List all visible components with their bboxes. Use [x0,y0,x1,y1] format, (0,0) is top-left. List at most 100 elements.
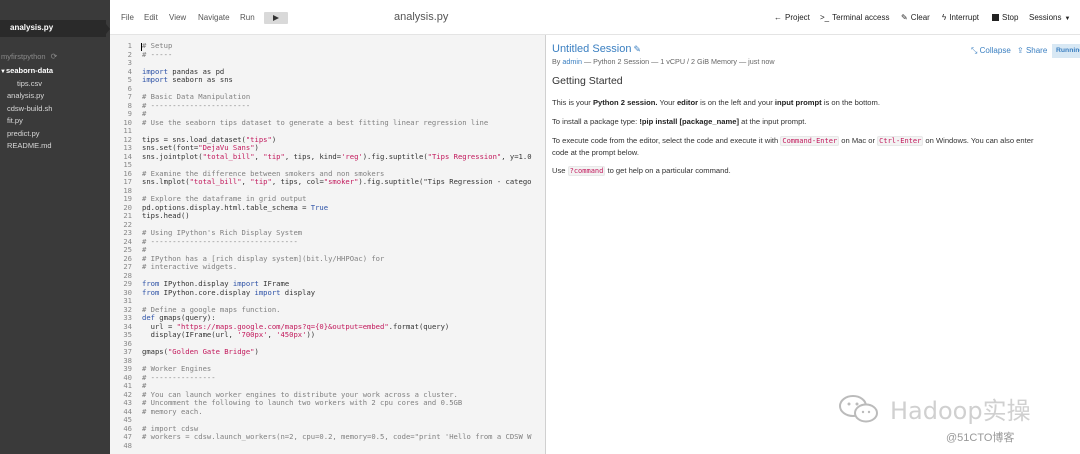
terminal-access-button[interactable]: >_ Terminal access [820,13,889,22]
file-sidebar: analysis.py myfirstpython ⟳ ▼seaborn-data… [0,0,110,454]
text: To install a package type: [552,117,640,126]
stop-button[interactable]: Stop [992,13,1018,22]
sidebar-item-label: README.md [7,141,52,150]
code-line[interactable]: 17 sns.lmplot("total_bill", "tip", tips, … [110,177,546,187]
code-text: # ---------------------------------- [142,236,298,246]
code-text: sns.lmplot("total_bill", "tip", tips, co… [142,177,532,186]
share-icon: ⇪ [1017,46,1024,55]
code-line[interactable]: 14 sns.jointplot("total_bill", "tip", tip… [110,151,546,162]
sidebar-item-label: predict.py [7,129,40,138]
text-bold: editor [676,98,699,107]
intro-paragraph: This is your Python 2 session. Your edit… [552,97,1052,108]
project-name[interactable]: myfirstpython ⟳ [0,52,110,64]
text: This is your [552,98,593,107]
code-line[interactable]: 27 # interactive widgets. [110,262,546,272]
edit-icon[interactable]: ✎ [634,44,642,54]
sidebar-item-fit-py[interactable]: fit.py [0,116,110,128]
code-text: # Use the seaborn tips dataset to genera… [142,117,489,127]
code-line[interactable]: 8 # ----------------------- [110,100,546,111]
code-editor: File Edit View Navigate Run analysis.py … [110,0,546,454]
code-text: sns.jointplot("total_bill", "tip", tips,… [142,151,532,161]
watermark-text: Hadoop实操 [890,397,1031,425]
eraser-icon: ✎ [901,13,908,22]
code-line[interactable]: 30 from IPython.core.display import displ… [110,287,546,298]
session-user-link[interactable]: admin [562,57,582,66]
text-bold: !pip install [package_name] [639,117,739,126]
code-line[interactable]: 48 [110,441,546,451]
code-line[interactable]: 24 # ---------------------------------- [110,236,546,247]
sidebar-item-tips-csv[interactable]: tips.csv [0,79,110,91]
code-line[interactable]: 47 # workers = cdsw.launch_workers(n=2, c… [110,432,546,442]
code-tag: Command-Enter [780,136,840,146]
text: To execute code from the editor, select … [552,136,781,145]
share-label: Share [1025,46,1048,55]
session-meta: By admin — Python 2 Session — 1 vCPU / 2… [552,57,775,66]
collapse-button[interactable]: ⤡ Collapse [971,46,1011,56]
active-file-tab[interactable]: analysis.py [0,20,110,37]
code-text: # interactive widgets. [142,262,238,271]
sidebar-item-readme[interactable]: README.md [0,141,110,153]
clear-button[interactable]: ✎ Clear [901,13,930,22]
code-line[interactable]: 21 tips.head() [110,211,546,221]
collapse-label: Collapse [979,46,1011,55]
watermark-sub: @51CTO博客 [946,432,1015,444]
refresh-icon[interactable]: ⟳ [51,52,58,61]
caret-down-icon: ▼ [1064,16,1071,22]
code-area[interactable]: 1 # Setup 2 # ----- 3 4 import pandas as pd 5 im… [110,40,546,454]
code-line[interactable]: 35 display(IFrame(url, '700px', '450px')… [110,330,546,340]
project-label: myfirstpython [1,52,46,61]
share-button[interactable]: ⇪ Share [1017,46,1047,55]
code-text: # ----------------------- [142,100,251,110]
code-line[interactable]: 10 # Use the seaborn tips dataset to gene… [110,117,546,128]
code-text: gmaps("Golden Gate Bridge") [142,347,259,356]
sidebar-item-label: cdsw-build.sh [7,104,53,113]
sidebar-item-seaborn-data[interactable]: ▼seaborn-data [0,66,110,78]
stop-label: Stop [1002,13,1019,22]
code-text: from IPython.core.display import display [142,287,316,297]
sidebar-item-cdsw-build[interactable]: cdsw-build.sh [0,104,110,116]
terminal-label: Terminal access [832,13,890,22]
sessions-label: Sessions [1029,13,1062,22]
menu-file[interactable]: File [121,13,134,22]
clear-label: Clear [910,13,930,22]
session-title-text: Untitled Session [552,43,632,55]
menu-navigate[interactable]: Navigate [198,13,230,22]
code-line[interactable]: 2 # ----- [110,49,546,60]
text-bold: input prompt [774,98,822,107]
menu-run[interactable]: Run [240,13,255,22]
project-button[interactable]: ← Project [774,13,810,22]
menu-edit[interactable]: Edit [144,13,158,22]
stop-icon [992,14,999,21]
text: on Mac or [839,136,878,145]
code-tag: Ctrl-Enter [877,136,924,146]
bolt-icon: ϟ [942,13,947,22]
session-title[interactable]: Untitled Session ✎ [552,43,641,55]
sessions-dropdown[interactable]: Sessions ▼ [1029,13,1073,22]
code-line[interactable]: 44 # memory each. [110,406,546,417]
collapse-icon: ⤡ [971,46,978,55]
code-text: import seaborn as sns [142,75,233,84]
code-line[interactable]: 37 gmaps("Golden Gate Bridge") [110,347,546,357]
code-text: # ----- [142,49,173,59]
run-button[interactable] [264,12,288,24]
code-text: # --------------- [142,372,216,382]
execute-paragraph: To execute code from the editor, select … [552,135,1052,158]
meta-details: — Python 2 Session — 1 vCPU / 2 GiB Memo… [583,57,775,66]
meta-by: By [552,57,561,66]
menu-view[interactable]: View [169,13,186,22]
project-button-label: Project [785,13,810,22]
code-line[interactable]: 5 import seaborn as sns [110,75,546,85]
sidebar-item-label: tips.csv [17,79,43,88]
interrupt-button[interactable]: ϟ Interrupt [942,13,979,22]
text: is on the bottom. [821,98,880,107]
session-toolbar: ← Project >_ Terminal access ✎ Clear ϟ Inter… [546,0,1080,35]
sidebar-item-label: analysis.py [7,91,45,100]
sidebar-item-predict-py[interactable]: predict.py [0,129,110,141]
code-line[interactable]: 1 # Setup [110,41,546,51]
code-line[interactable]: 40 # --------------- [110,372,546,383]
code-text: display(IFrame(url, '700px', '450px')) [142,330,316,339]
install-paragraph: To install a package type: !pip install … [552,116,1052,127]
sidebar-item-analysis-py[interactable]: analysis.py [0,91,110,103]
app-window: analysis.py myfirstpython ⟳ ▼seaborn-data… [0,0,1080,454]
code-text: # memory each. [142,406,203,416]
